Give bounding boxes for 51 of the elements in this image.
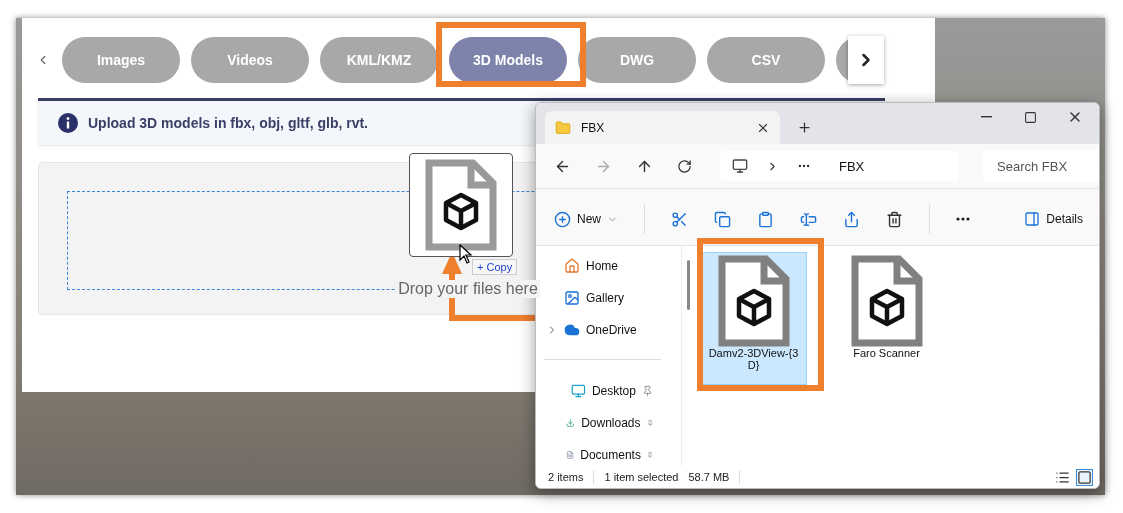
scroll-right-button[interactable] bbox=[848, 36, 884, 84]
share-button[interactable] bbox=[843, 210, 860, 228]
refresh-button[interactable] bbox=[677, 158, 692, 174]
cut-button[interactable] bbox=[671, 210, 688, 228]
tile-view-button[interactable] bbox=[1076, 468, 1093, 486]
plus-circle-icon bbox=[554, 210, 571, 228]
nav-item[interactable]: OneDrive bbox=[536, 319, 681, 341]
home-icon bbox=[564, 258, 580, 274]
computer-icon bbox=[732, 158, 748, 174]
copy-badge: + Copy bbox=[472, 259, 518, 275]
tab-title: FBX bbox=[581, 120, 606, 135]
scrollbar[interactable] bbox=[687, 260, 690, 310]
details-pane-icon bbox=[1024, 211, 1041, 227]
selection-info: 1 item selected bbox=[604, 471, 679, 483]
3d-file-icon bbox=[717, 255, 790, 347]
item-count: 2 items bbox=[548, 471, 584, 483]
3d-file-icon bbox=[850, 255, 923, 347]
file-type-tab[interactable]: 3D Models bbox=[449, 37, 567, 83]
file-item[interactable]: Faro Scanner bbox=[833, 252, 940, 385]
nav-item[interactable]: Downloads bbox=[544, 412, 661, 434]
gallery-icon bbox=[564, 290, 580, 306]
pin-icon bbox=[646, 449, 653, 461]
pin-icon bbox=[646, 417, 653, 429]
delete-button[interactable] bbox=[886, 210, 903, 228]
nav-item[interactable]: Documents bbox=[544, 444, 661, 466]
maximize-button[interactable] bbox=[1024, 109, 1037, 125]
new-tab-button[interactable] bbox=[797, 120, 812, 135]
nav-item[interactable]: Home bbox=[536, 255, 681, 277]
selection-size: 58.7 MB bbox=[688, 471, 730, 483]
desktop-icon bbox=[571, 383, 586, 399]
file-item[interactable]: Damv2-3DView-{3D} bbox=[700, 252, 807, 385]
info-text: Upload 3D models in fbx, obj, gltf, glb, rvt. bbox=[88, 115, 368, 131]
explorer-tab[interactable]: FBX bbox=[545, 111, 780, 144]
address-bar[interactable]: FBX bbox=[720, 151, 959, 181]
nav-item[interactable]: Desktop bbox=[544, 380, 661, 402]
minimize-icon bbox=[981, 116, 992, 118]
pin-icon bbox=[641, 385, 653, 397]
more-icon bbox=[956, 217, 970, 221]
details-button[interactable]: Details bbox=[1024, 211, 1083, 227]
search-field[interactable]: Search FBX bbox=[983, 150, 1099, 182]
more-button[interactable] bbox=[956, 217, 970, 221]
breadcrumb: FBX bbox=[839, 158, 865, 174]
paste-button[interactable] bbox=[757, 210, 774, 228]
new-button[interactable]: New bbox=[554, 210, 618, 228]
rename-button[interactable] bbox=[800, 210, 817, 228]
drop-hint: Drop your files here bbox=[396, 280, 540, 298]
folder-icon bbox=[555, 119, 571, 136]
copy-button[interactable] bbox=[714, 210, 731, 228]
3d-file-icon bbox=[425, 159, 497, 251]
cloud-icon bbox=[564, 322, 580, 338]
info-icon bbox=[58, 113, 78, 133]
